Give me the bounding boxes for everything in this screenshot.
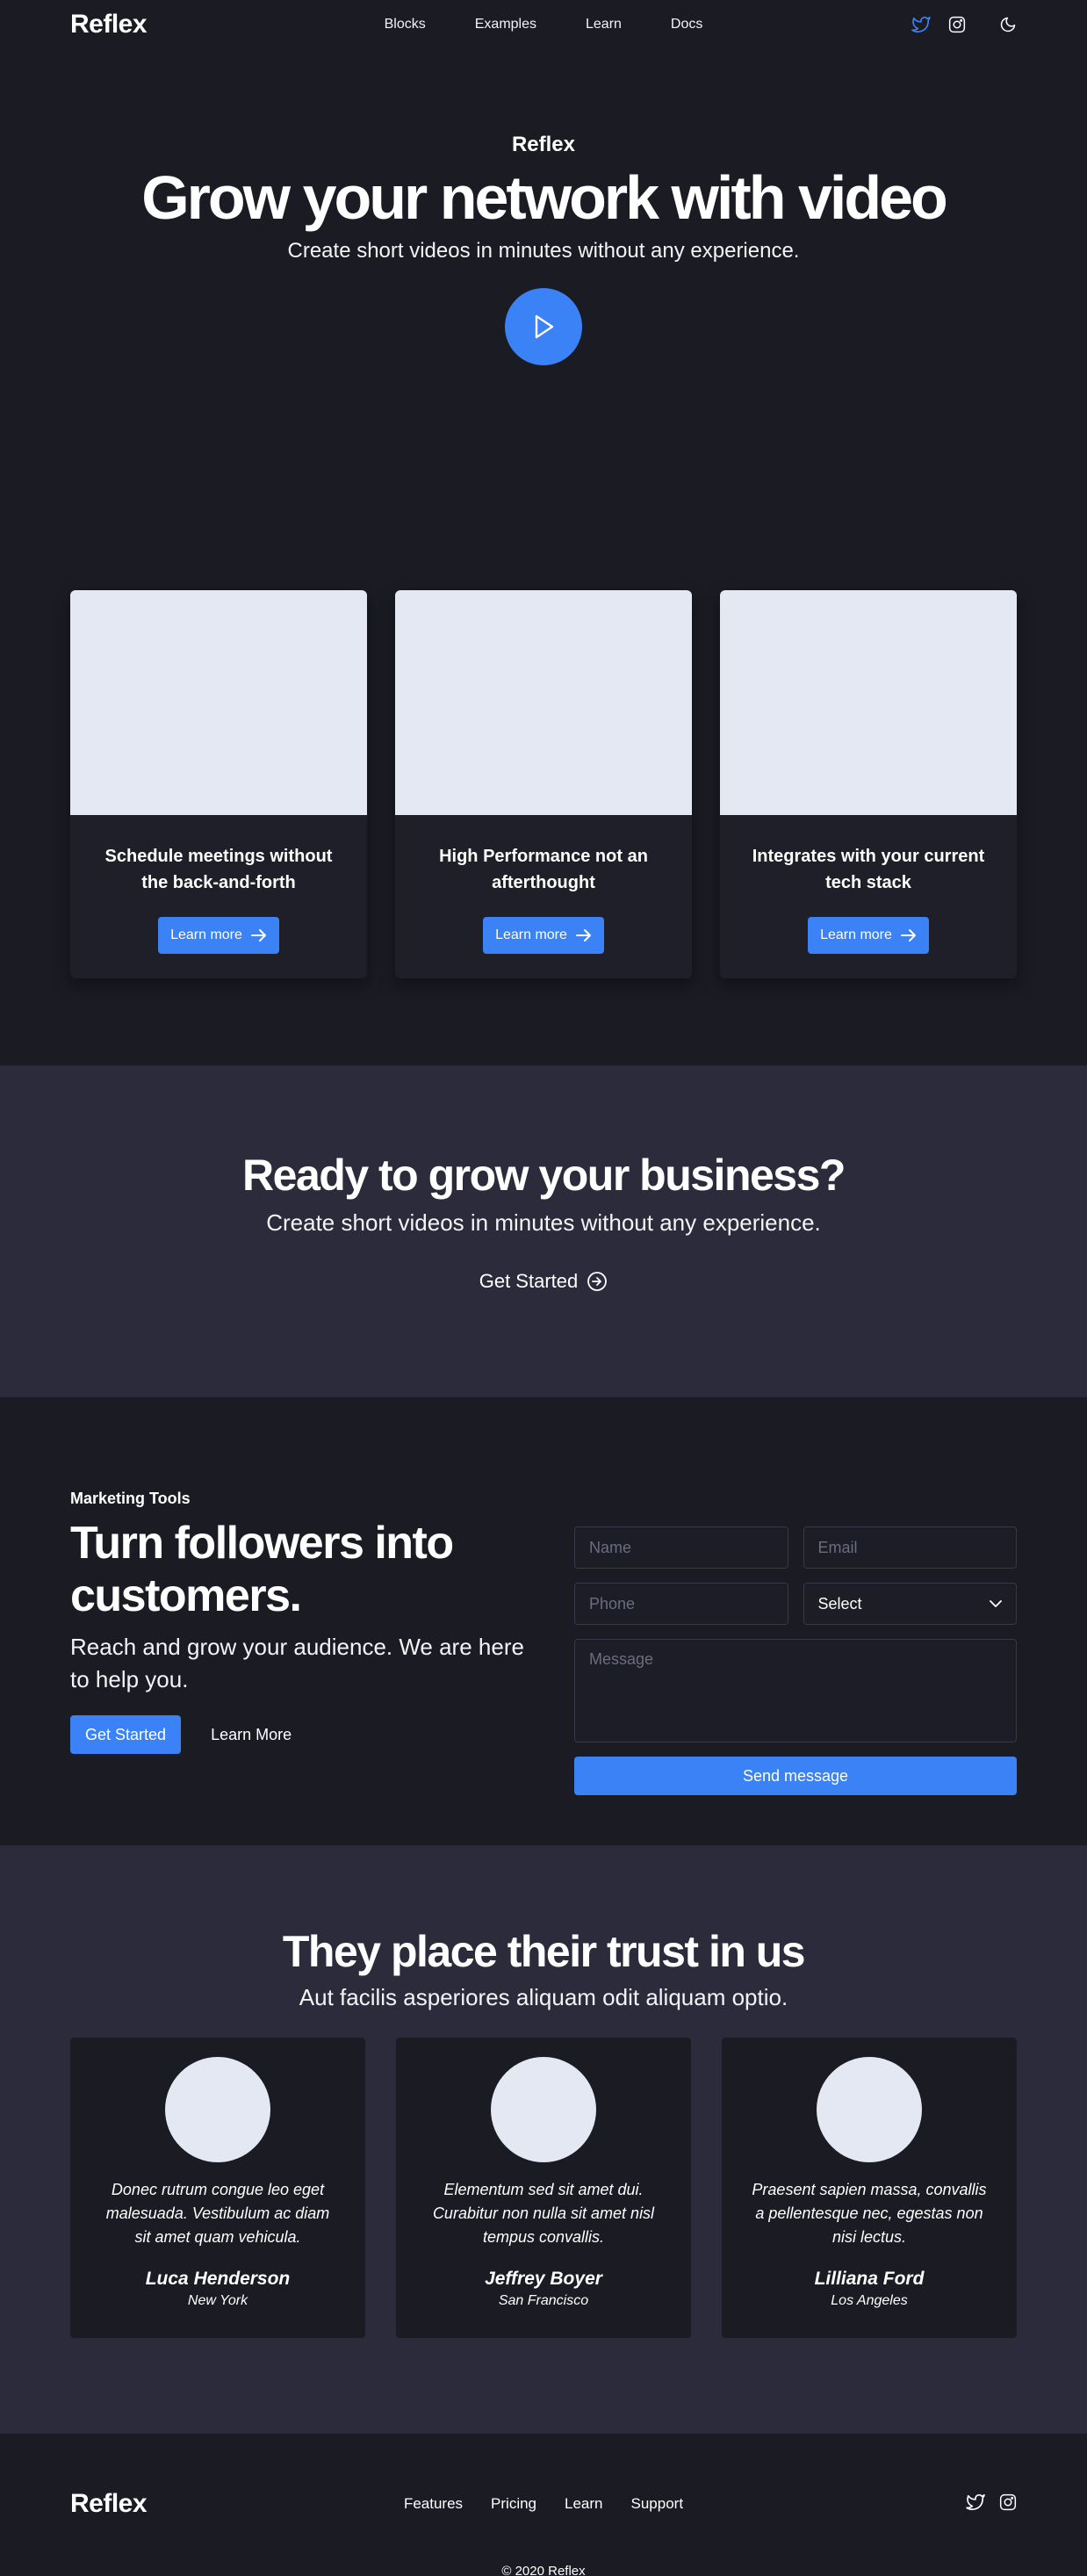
play-button[interactable]	[505, 288, 582, 365]
learn-more-label: Learn more	[820, 927, 892, 942]
nav-link-docs[interactable]: Docs	[646, 17, 727, 32]
testimonial-name: Jeffrey Boyer	[485, 2269, 602, 2289]
select-value: Select	[817, 1594, 862, 1613]
top-nav: Reflex Blocks Examples Learn Docs	[0, 0, 1087, 49]
feature-title: Schedule meetings without the back-and-f…	[104, 847, 333, 892]
nav-link-blocks[interactable]: Blocks	[360, 17, 450, 32]
feature-image	[70, 590, 367, 815]
hero-title: Grow your network with video	[141, 163, 948, 232]
feature-image	[395, 590, 692, 815]
feature-card: High Performance not an afterthought Lea…	[395, 590, 692, 978]
arrow-right-icon	[575, 929, 591, 942]
avatar	[165, 2057, 270, 2162]
features-section: Schedule meetings without the back-and-f…	[0, 523, 1087, 1065]
testimonial-card: Elementum sed sit amet dui. Curabitur no…	[396, 2038, 691, 2338]
testimonials-section: They place their trust in us Aut facilis…	[0, 1845, 1087, 2434]
footer-link-pricing[interactable]: Pricing	[477, 2495, 551, 2513]
twitter-icon[interactable]	[911, 16, 931, 33]
chevron-down-icon	[990, 1599, 1002, 1607]
message-field[interactable]: Message	[574, 1639, 1017, 1743]
get-started-button[interactable]: Get Started	[70, 1715, 182, 1754]
cta-title: Ready to grow your business?	[242, 1151, 846, 1200]
footer-link-features[interactable]: Features	[390, 2495, 477, 2513]
marketing-eyebrow: Marketing Tools	[70, 1490, 191, 1507]
nav-link-learn[interactable]: Learn	[561, 17, 646, 32]
testimonial-city: New York	[187, 2293, 248, 2308]
get-started-label: Get Started	[479, 1270, 579, 1292]
send-message-button[interactable]: Send message	[574, 1757, 1017, 1795]
learn-more-button[interactable]: Learn more	[158, 917, 279, 954]
instagram-icon[interactable]	[948, 16, 966, 33]
footer-links: Features Pricing Learn Support	[390, 2495, 697, 2513]
instagram-icon[interactable]	[999, 2493, 1017, 2515]
marketing-section: Marketing Tools Turn followers into cust…	[0, 1397, 1087, 1845]
nav-icons	[911, 16, 1017, 33]
hero-eyebrow: Reflex	[511, 133, 576, 156]
testimonial-city: San Francisco	[498, 2293, 589, 2308]
testimonial-name: Lilliana Ford	[814, 2269, 925, 2289]
testimonial-card: Donec rutrum congue leo eget malesuada. …	[70, 2038, 365, 2338]
learn-more-button[interactable]: Learn more	[808, 917, 929, 954]
marketing-subtitle: Reach and grow your audience. We are her…	[70, 1634, 524, 1692]
nav-link-examples[interactable]: Examples	[450, 17, 561, 32]
feature-title: High Performance not an afterthought	[439, 847, 648, 892]
testimonial-city: Los Angeles	[831, 2293, 908, 2308]
arrow-right-icon	[250, 929, 266, 942]
feature-title: Integrates with your current tech stack	[752, 847, 985, 892]
copyright: © 2020 Reflex	[501, 2564, 586, 2576]
name-field[interactable]: Name	[574, 1526, 788, 1569]
arrow-circle-right-icon	[587, 1272, 608, 1291]
feature-card: Schedule meetings without the back-and-f…	[70, 590, 367, 978]
nav-links: Blocks Examples Learn Docs	[360, 17, 728, 32]
arrow-right-icon	[900, 929, 916, 942]
moon-icon[interactable]	[999, 16, 1017, 33]
hero-section: Reflex Grow your network with video Crea…	[0, 49, 1087, 523]
footer-link-learn[interactable]: Learn	[551, 2495, 616, 2513]
learn-more-link[interactable]: Learn More	[211, 1726, 292, 1744]
play-icon	[535, 314, 554, 339]
avatar	[491, 2057, 596, 2162]
get-started-link[interactable]: Get Started	[479, 1270, 608, 1293]
testimonial-quote: Elementum sed sit amet dui. Curabitur no…	[432, 2181, 655, 2246]
testimonials-title: They place their trust in us	[282, 1927, 806, 1976]
logo[interactable]: Reflex	[70, 10, 148, 40]
testimonial-quote: Donec rutrum congue leo eget malesuada. …	[105, 2181, 330, 2246]
contact-form: Name Email Phone Select Message Send mes…	[574, 1490, 1017, 1795]
feature-image	[720, 590, 1017, 815]
testimonials-subtitle: Aut facilis asperiores aliquam odit aliq…	[299, 1984, 788, 2010]
marketing-actions: Get Started Learn More	[70, 1715, 527, 1754]
phone-field[interactable]: Phone	[574, 1583, 788, 1625]
marketing-copy: Marketing Tools Turn followers into cust…	[70, 1490, 527, 1795]
footer-logo[interactable]: Reflex	[70, 2489, 148, 2519]
learn-more-button[interactable]: Learn more	[483, 917, 604, 954]
testimonial-name: Luca Henderson	[145, 2269, 291, 2289]
footer-link-support[interactable]: Support	[617, 2495, 698, 2513]
footer-icons	[966, 2493, 1017, 2515]
testimonial-quote: Praesent sapien massa, convallis a pelle…	[752, 2181, 987, 2246]
hero-subtitle: Create short videos in minutes without a…	[287, 239, 800, 263]
email-field[interactable]: Email	[803, 1526, 1017, 1569]
cta-section: Ready to grow your business? Create shor…	[0, 1065, 1087, 1397]
select-dropdown[interactable]: Select	[803, 1583, 1017, 1625]
learn-more-label: Learn more	[495, 927, 567, 942]
learn-more-label: Learn more	[170, 927, 242, 942]
twitter-icon[interactable]	[966, 2493, 985, 2515]
cta-subtitle: Create short videos in minutes without a…	[266, 1209, 821, 1236]
feature-card: Integrates with your current tech stack …	[720, 590, 1017, 978]
footer: Reflex Features Pricing Learn Support © …	[0, 2434, 1087, 2576]
testimonial-card: Praesent sapien massa, convallis a pelle…	[722, 2038, 1017, 2338]
marketing-title: Turn followers into customers.	[70, 1518, 454, 1621]
avatar	[817, 2057, 922, 2162]
